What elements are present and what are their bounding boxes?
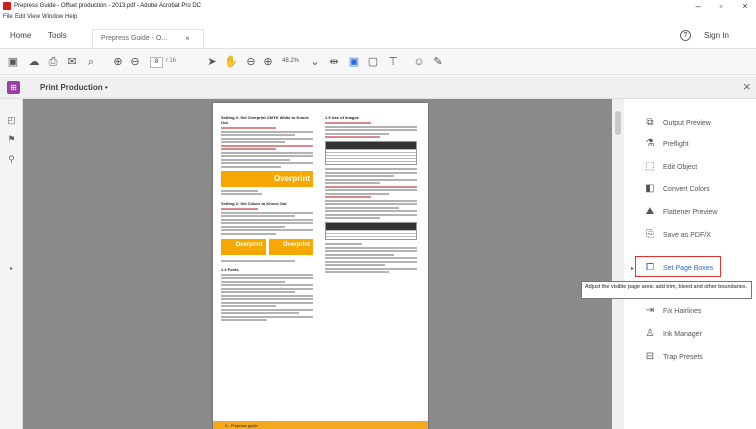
tool-pane-header: ⊞ Print Production • × xyxy=(0,76,756,99)
menu-help[interactable]: Help xyxy=(65,14,77,20)
heading-use-of-images: 1.5 Use of images xyxy=(325,115,359,120)
tab-home[interactable]: Home xyxy=(10,31,31,40)
print-production-icon: ⊞ xyxy=(7,81,20,94)
attachments-icon[interactable]: ⚲ xyxy=(6,154,17,165)
page-right-column: 1.5 Use of images xyxy=(325,115,417,275)
heading-fonts: 1.4 Fonts xyxy=(221,266,239,272)
menu-window[interactable]: Window xyxy=(42,14,63,20)
email-icon[interactable]: ✉ xyxy=(65,55,79,69)
zoom-level[interactable]: 48.2% xyxy=(282,58,299,64)
zoom-in-icon[interactable]: ⊕ xyxy=(261,55,275,69)
hand-tool-icon[interactable]: ✋ xyxy=(224,55,238,69)
tab-tools[interactable]: Tools xyxy=(48,31,67,40)
acrobat-logo-icon xyxy=(3,2,11,10)
page-number-input[interactable]: 8 xyxy=(150,57,163,68)
tool-fix-hairlines[interactable]: ⇥ Fix Hairlines xyxy=(644,305,754,319)
zoom-out-icon[interactable]: ⊖ xyxy=(244,55,258,69)
vertical-scrollbar[interactable] xyxy=(612,99,624,429)
heading-overprint-white: Setting 2: Set Overprint CMYK White to K… xyxy=(221,115,309,125)
trap-presets-icon: ⊟ xyxy=(645,351,655,362)
overprint-example-3: Overprint xyxy=(268,239,313,255)
tool-edit-object[interactable]: ⬚ Edit Object xyxy=(644,161,754,175)
tool-ink-manager[interactable]: ♙ Ink Manager xyxy=(644,328,754,342)
set-page-boxes-tooltip: Adjust the visible page area: add trim, … xyxy=(581,281,752,299)
toolbar: ▣ ☁ ⎙ ✉ ⌕ ⊕ ⊖ 8 / 16 ➤ ✋ ⊖ ⊕ 48.2% ⌄ ⇹ ▣… xyxy=(0,48,756,75)
select-cursor-icon[interactable]: ➤ xyxy=(205,55,219,69)
cloud-upload-icon[interactable]: ☁ xyxy=(27,55,41,69)
fit-page-icon[interactable]: ⇹ xyxy=(327,55,341,69)
save-pdfx-icon: ⎘ xyxy=(646,229,654,240)
scrollbar-thumb[interactable] xyxy=(615,111,621,135)
document-tab-label: Prepress Guide - O... xyxy=(101,35,168,42)
flattener-preview-icon: ⛰ xyxy=(645,206,655,217)
minimize-button[interactable]: – xyxy=(687,0,709,13)
tool-preflight[interactable]: ⚗ Preflight xyxy=(644,138,754,152)
print-production-title[interactable]: Print Production • xyxy=(40,83,108,92)
expand-pane-icon[interactable]: ▸ xyxy=(6,264,17,275)
fix-hairlines-icon: ⇥ xyxy=(645,305,655,316)
output-preview-icon: ⧉ xyxy=(646,117,654,128)
heading-colors-knock-out: Setting 2: Set Colors to Knock Out xyxy=(221,201,287,206)
page-left-column: Setting 2: Set Overprint CMYK White to K… xyxy=(221,115,313,323)
ink-manager-icon: ♙ xyxy=(645,328,655,339)
tab-document[interactable]: Prepress Guide - O... × xyxy=(92,29,204,48)
overprint-example-2: Overprint xyxy=(221,239,266,255)
menu-view[interactable]: View xyxy=(27,14,40,20)
help-icon[interactable]: ? xyxy=(680,30,691,41)
document-view[interactable]: Setting 2: Set Overprint CMYK White to K… xyxy=(23,99,624,429)
close-tool-pane-button[interactable]: × xyxy=(743,79,751,94)
previous-page-icon[interactable]: ⊕ xyxy=(111,55,125,69)
read-mode-icon[interactable]: ⊤ xyxy=(386,55,400,69)
overprint-example-1: Overprint xyxy=(221,170,313,187)
search-icon[interactable]: ⌕ xyxy=(84,55,98,69)
window-title: Prepress Guide - Offset production - 201… xyxy=(14,3,201,9)
close-tab-icon[interactable]: × xyxy=(185,34,190,43)
close-window-button[interactable]: × xyxy=(734,0,756,13)
comment-icon[interactable]: ☺ xyxy=(412,55,426,69)
edit-object-icon: ⬚ xyxy=(645,161,655,172)
tool-output-preview[interactable]: ⧉ Output Preview xyxy=(644,117,754,131)
tool-indicator-arrow-icon: ▸ xyxy=(631,266,635,272)
zoom-dropdown-icon[interactable]: ⌄ xyxy=(308,55,322,69)
set-page-boxes-highlight xyxy=(635,256,721,277)
save-icon[interactable]: ▣ xyxy=(6,55,20,69)
page-display-icon[interactable]: ▣ xyxy=(347,55,361,69)
maximize-button[interactable]: ▫ xyxy=(710,0,732,13)
page-footer: 4 - Prepress guide xyxy=(213,421,428,429)
pen-icon[interactable]: ✎ xyxy=(431,55,445,69)
menu-file[interactable]: File xyxy=(3,14,13,20)
next-page-icon[interactable]: ⊖ xyxy=(128,55,142,69)
menu-bar: File Edit View Window Help xyxy=(0,13,756,23)
bookmarks-icon[interactable]: ⚑ xyxy=(6,134,17,145)
page-thumbnails-icon[interactable]: ◰ xyxy=(6,115,17,126)
convert-colors-icon: ◧ xyxy=(645,183,655,194)
page-total: / 16 xyxy=(166,58,177,64)
pdf-page: Setting 2: Set Overprint CMYK White to K… xyxy=(213,103,428,429)
ink-coverage-table xyxy=(325,222,417,240)
left-navigation-pane: ◰ ⚑ ⚲ ▸ xyxy=(0,99,23,429)
title-bar: Prepress Guide - Offset production - 201… xyxy=(0,0,756,13)
scroll-mode-icon[interactable]: ▢ xyxy=(366,55,380,69)
resolution-table xyxy=(325,141,417,165)
preflight-icon: ⚗ xyxy=(645,138,655,149)
sign-in-link[interactable]: Sign In xyxy=(704,31,729,40)
tool-flattener-preview[interactable]: ⛰ Flattener Preview xyxy=(644,206,754,220)
tool-convert-colors[interactable]: ◧ Convert Colors xyxy=(644,183,754,197)
tool-save-as-pdfx[interactable]: ⎘ Save as PDF/X xyxy=(644,229,754,243)
tool-trap-presets[interactable]: ⊟ Trap Presets xyxy=(644,351,754,365)
menu-edit[interactable]: Edit xyxy=(15,14,25,20)
print-icon[interactable]: ⎙ xyxy=(46,55,60,69)
